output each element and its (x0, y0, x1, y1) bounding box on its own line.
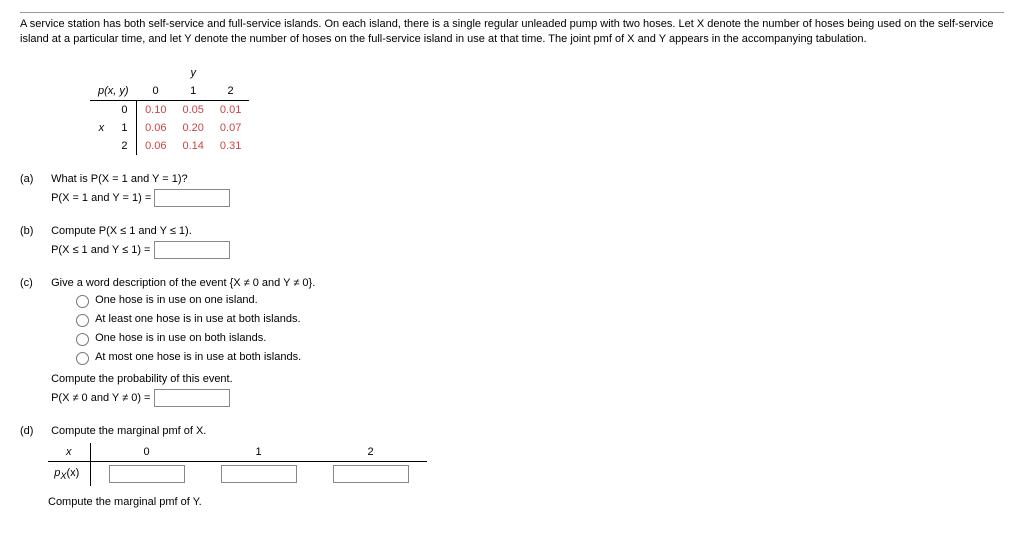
part-c-option-1: At least one hose is in use at both isla… (95, 313, 300, 325)
part-c-option-0: One hose is in use on one island. (95, 294, 258, 306)
cell-0-0: 0.10 (137, 100, 175, 119)
part-c-option-2: One hose is in use on both islands. (95, 332, 266, 344)
cell-1-0: 0.06 (137, 119, 175, 137)
col-head-0: 0 (137, 82, 175, 101)
part-d-followup: Compute the marginal pmf of Y. (48, 496, 1004, 508)
row-head-2: 2 (113, 137, 137, 155)
part-a-input[interactable] (154, 189, 230, 207)
cell-1-2: 0.07 (212, 119, 249, 137)
col-head-1: 1 (174, 82, 211, 101)
row-head-0: 0 (113, 100, 137, 119)
part-a-question: What is P(X = 1 and Y = 1)? (51, 173, 188, 185)
part-c-radio-0[interactable] (76, 295, 89, 308)
part-c-radio-2[interactable] (76, 333, 89, 346)
cell-2-2: 0.31 (212, 137, 249, 155)
cell-0-1: 0.05 (174, 100, 211, 119)
marg-x-input-0[interactable] (109, 465, 185, 483)
marg-row-label: pX(x) (48, 461, 90, 486)
part-c-followup: Compute the probability of this event. (51, 373, 951, 385)
joint-pmf-table: y p(x, y) 0 1 2 0 0.10 0.05 0.01 x 1 0.0… (90, 64, 249, 155)
cell-1-1: 0.20 (174, 119, 211, 137)
marg-x-head: x (48, 443, 90, 462)
part-b-label: (b) (20, 225, 48, 237)
part-c-radio-3[interactable] (76, 352, 89, 365)
part-c-label: (c) (20, 277, 48, 289)
marg-col-1: 1 (203, 443, 315, 462)
row-head-1: 1 (113, 119, 137, 137)
cell-0-2: 0.01 (212, 100, 249, 119)
pmf-corner: p(x, y) (90, 82, 137, 101)
marg-col-0: 0 (90, 443, 203, 462)
part-b-answer-label: P(X ≤ 1 and Y ≤ 1) = (51, 244, 150, 256)
part-c-option-3: At most one hose is in use at both islan… (95, 351, 301, 363)
part-c-answer-label: P(X ≠ 0 and Y ≠ 0) = (51, 392, 150, 404)
y-label: y (174, 64, 211, 82)
part-c-radio-1[interactable] (76, 314, 89, 327)
cell-2-1: 0.14 (174, 137, 211, 155)
part-a-answer-label: P(X = 1 and Y = 1) = (51, 192, 151, 204)
part-b-question: Compute P(X ≤ 1 and Y ≤ 1). (51, 225, 192, 237)
marg-x-input-2[interactable] (333, 465, 409, 483)
marg-x-input-1[interactable] (221, 465, 297, 483)
marginal-x-table: x 0 1 2 pX(x) (48, 443, 427, 486)
part-c-question: Give a word description of the event {X … (51, 277, 315, 289)
part-c-input[interactable] (154, 389, 230, 407)
part-a-label: (a) (20, 173, 48, 185)
part-d-question: Compute the marginal pmf of X. (51, 425, 206, 437)
cell-2-0: 0.06 (137, 137, 175, 155)
marg-col-2: 2 (315, 443, 427, 462)
part-b-input[interactable] (154, 241, 230, 259)
col-head-2: 2 (212, 82, 249, 101)
x-label: x (90, 119, 113, 137)
part-d-label: (d) (20, 425, 48, 437)
problem-intro: A service station has both self-service … (20, 12, 1004, 48)
